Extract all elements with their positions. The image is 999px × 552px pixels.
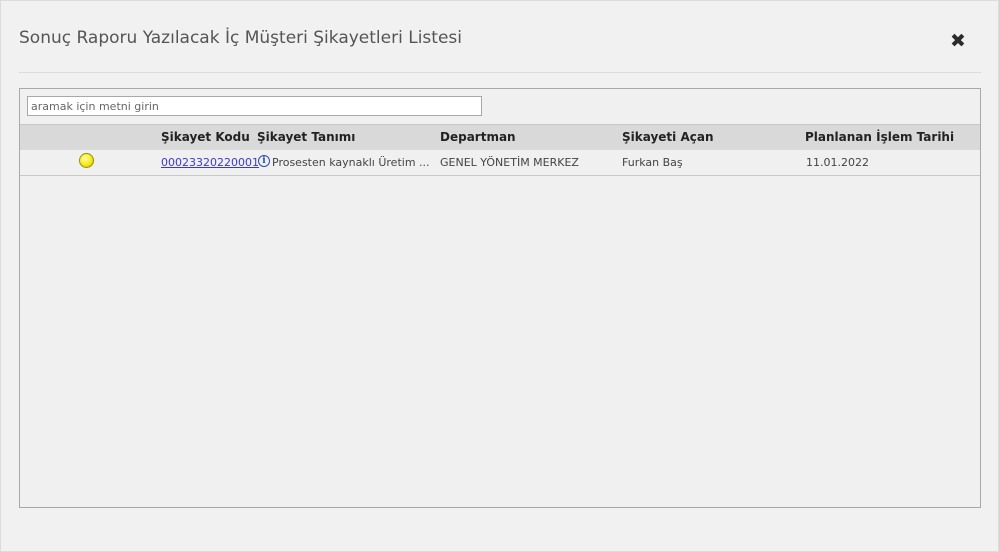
info-icon[interactable]: i: [258, 155, 270, 167]
dialog-title: Sonuç Raporu Yazılacak İç Müşteri Şikaye…: [19, 28, 462, 48]
table-header: Şikayet Kodu Şikayet Tanımı Departman Şi…: [20, 124, 980, 150]
department-cell: GENEL YÖNETİM MERKEZ: [440, 156, 579, 169]
close-icon[interactable]: ✖: [948, 31, 968, 51]
search-input[interactable]: [27, 96, 482, 116]
column-header-opener[interactable]: Şikayeti Açan: [622, 130, 714, 144]
column-header-department[interactable]: Departman: [440, 130, 516, 144]
complaint-grid: Şikayet Kodu Şikayet Tanımı Departman Şi…: [19, 88, 981, 508]
column-header-description[interactable]: Şikayet Tanımı: [257, 130, 355, 144]
opener-cell: Furkan Baş: [622, 156, 683, 169]
complaint-code-link[interactable]: 00023320220001: [161, 156, 259, 169]
complaint-code-cell: 00023320220001: [161, 156, 259, 169]
column-header-code[interactable]: Şikayet Kodu: [161, 130, 250, 144]
complaint-description: Prosesten kaynaklı Üretim ...: [272, 156, 430, 169]
table-row[interactable]: 00023320220001 i Prosesten kaynaklı Üreti…: [20, 150, 980, 176]
header-divider: [19, 72, 981, 73]
column-header-planned-date[interactable]: Planlanan İşlem Tarihi: [805, 130, 954, 144]
complaint-description-cell: i Prosesten kaynaklı Üretim ...: [258, 155, 430, 169]
yellow-status-icon: [79, 153, 94, 168]
complaint-list-dialog: Sonuç Raporu Yazılacak İç Müşteri Şikaye…: [0, 0, 999, 552]
planned-date-cell: 11.01.2022: [806, 156, 869, 169]
